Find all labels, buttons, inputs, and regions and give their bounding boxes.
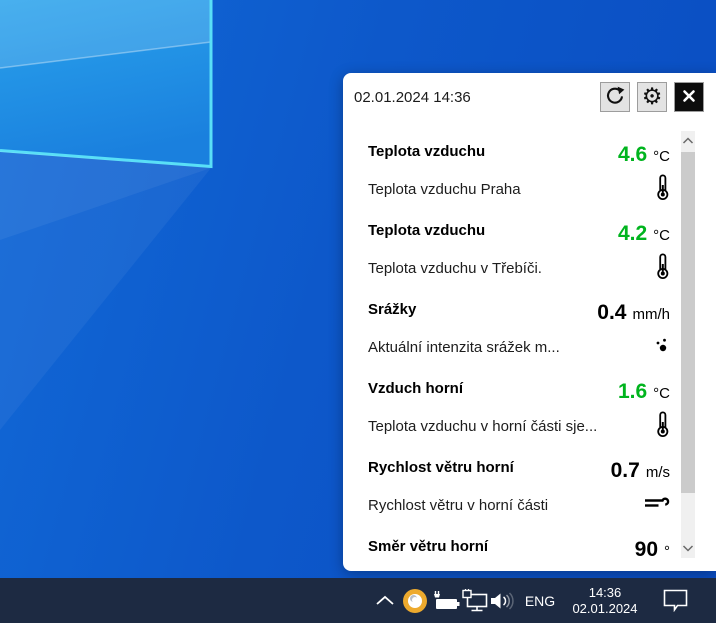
sensor-row[interactable]: Teplota vzduchu 4.2 °C Teplota vzduchu v… xyxy=(343,210,681,289)
taskbar-date: 02.01.2024 xyxy=(572,601,637,617)
panel-scrollbar[interactable] xyxy=(681,131,695,558)
network-tray-icon[interactable] xyxy=(461,578,489,623)
sensor-subtitle: Teplota vzduchu Praha xyxy=(368,181,521,198)
system-tray: ENG 14:36 02.01.2024 xyxy=(0,578,716,623)
sensor-title: Směr větru horní xyxy=(368,538,488,555)
sensor-unit: m/s xyxy=(646,464,670,481)
battery-tray-icon[interactable] xyxy=(431,578,461,623)
close-button[interactable] xyxy=(674,82,704,112)
refresh-icon xyxy=(605,86,625,109)
sensor-unit: mm/h xyxy=(633,306,671,323)
panel-datetime: 02.01.2024 14:36 xyxy=(354,89,471,106)
sensor-value: 4.2 xyxy=(618,222,647,246)
refresh-button[interactable] xyxy=(600,82,630,112)
sensor-unit: °C xyxy=(653,227,670,244)
chevron-up-icon xyxy=(682,137,694,145)
sensor-subtitle: Teplota vzduchu v Třebíči. xyxy=(368,260,542,277)
scrollbar-thumb[interactable] xyxy=(681,152,695,493)
sensor-subtitle: Aktuální intenzita srážek m... xyxy=(368,339,560,356)
weather-widget-panel: 02.01.2024 14:36 ⚙ xyxy=(343,73,716,571)
sensor-row[interactable]: Rychlost větru horní 0.7 m/s Rychlost vě… xyxy=(343,447,681,526)
sensor-title: Vzduch horní xyxy=(368,380,463,397)
settings-button[interactable]: ⚙ xyxy=(637,82,667,112)
sensor-row[interactable]: Teplota vzduchu 4.6 °C Teplota vzduchu P… xyxy=(343,131,681,210)
speaker-icon xyxy=(490,592,516,610)
battery-charging-icon xyxy=(432,590,460,612)
app-circle-icon xyxy=(403,589,427,613)
wallpaper-window-shape xyxy=(0,0,280,440)
desktop-screen: 02.01.2024 14:36 ⚙ xyxy=(0,0,716,623)
ethernet-monitor-icon xyxy=(462,589,489,612)
wind-icon xyxy=(644,489,670,517)
sensor-subtitle: Teplota vzduchu v horní části sje... xyxy=(368,418,597,435)
sensor-unit: °C xyxy=(653,385,670,402)
sensor-list: Teplota vzduchu 4.6 °C Teplota vzduchu P… xyxy=(343,131,681,571)
show-hidden-icons-button[interactable] xyxy=(373,578,397,623)
thermometer-icon xyxy=(655,173,670,201)
sensor-row[interactable]: Vzduch horní 1.6 °C Teplota vzduchu v ho… xyxy=(343,368,681,447)
weather-app-tray-icon[interactable] xyxy=(401,578,429,623)
chevron-down-icon xyxy=(682,544,694,552)
gear-icon: ⚙ xyxy=(642,86,663,109)
sensor-value-group: 1.6 °C xyxy=(618,380,670,404)
sensor-title: Teplota vzduchu xyxy=(368,143,485,160)
sensor-unit: ° xyxy=(664,543,670,560)
sensor-value-group: 4.6 °C xyxy=(618,143,670,167)
rain-icon xyxy=(655,331,670,359)
sensor-value-group: 90 ° xyxy=(635,538,670,562)
taskbar: ENG 14:36 02.01.2024 xyxy=(0,578,716,623)
sensor-value-group: 0.4 mm/h xyxy=(597,301,670,325)
close-icon xyxy=(680,87,698,108)
thermometer-icon xyxy=(655,410,670,438)
sensor-value-group: 4.2 °C xyxy=(618,222,670,246)
sensor-value: 0.4 xyxy=(597,301,626,325)
sensor-subtitle: Rychlost větru v horní části xyxy=(368,497,548,514)
volume-tray-icon[interactable] xyxy=(489,578,517,623)
sensor-value: 0.7 xyxy=(611,459,640,483)
sensor-row[interactable]: Srážky 0.4 mm/h Aktuální intenzita sráže… xyxy=(343,289,681,368)
scrollbar-down-button[interactable] xyxy=(681,538,695,558)
sensor-value: 1.6 xyxy=(618,380,647,404)
language-indicator[interactable]: ENG xyxy=(522,578,558,623)
sensor-value-group: 0.7 m/s xyxy=(611,459,670,483)
chevron-up-icon xyxy=(375,595,395,606)
sensor-unit: °C xyxy=(653,148,670,165)
scrollbar-up-button[interactable] xyxy=(681,131,695,151)
sensor-value: 4.6 xyxy=(618,143,647,167)
action-center-icon xyxy=(663,589,688,612)
sensor-title: Srážky xyxy=(368,301,416,318)
sensor-title: Rychlost větru horní xyxy=(368,459,514,476)
taskbar-clock[interactable]: 14:36 02.01.2024 xyxy=(566,578,644,623)
sensor-title: Teplota vzduchu xyxy=(368,222,485,239)
sensor-value: 90 xyxy=(635,538,658,562)
thermometer-icon xyxy=(655,252,670,280)
action-center-button[interactable] xyxy=(660,578,690,623)
panel-toolbar: ⚙ xyxy=(600,82,704,112)
sensor-row[interactable]: Směr větru horní 90 ° xyxy=(343,526,681,571)
taskbar-time: 14:36 xyxy=(589,585,622,601)
